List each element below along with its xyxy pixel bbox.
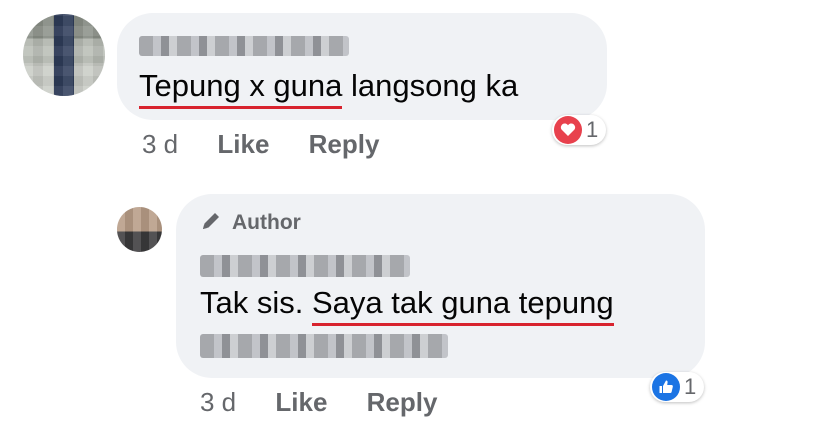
comment-text: Tepung x guna langsong ka [139, 68, 518, 104]
reply-text-plain: Tak sis. [200, 285, 312, 320]
author-avatar[interactable] [117, 207, 162, 252]
comment-actions: 3 d Like Reply [142, 129, 411, 160]
comment-timestamp[interactable]: 3 d [142, 129, 178, 159]
reaction-summary[interactable]: 1 [552, 115, 607, 145]
reaction-count: 1 [684, 374, 697, 399]
commenter-name-blurred[interactable] [139, 36, 349, 56]
heart-icon [554, 116, 582, 144]
reply-button[interactable]: Reply [309, 129, 380, 159]
comment-text-rest: langsong ka [342, 68, 519, 103]
commenter-avatar[interactable] [23, 14, 105, 96]
reply-button[interactable]: Reply [367, 387, 438, 417]
author-badge-label: Author [232, 211, 301, 234]
author-badge: Author [200, 210, 301, 235]
reply-text: Tak sis. Saya tak guna tepung [200, 285, 614, 321]
comment-text-underlined: Tepung x guna [139, 68, 343, 103]
like-button[interactable]: Like [217, 129, 269, 159]
reply-text-underlined: Saya tak guna tepung [311, 285, 614, 320]
tagged-name-blurred[interactable] [200, 334, 448, 358]
pencil-icon [203, 213, 219, 229]
reply-actions: 3 d Like Reply [200, 387, 469, 418]
reaction-count: 1 [586, 117, 599, 142]
author-name-blurred[interactable] [200, 255, 410, 277]
thumbs-up-icon [652, 373, 680, 401]
like-button[interactable]: Like [275, 387, 327, 417]
reaction-summary[interactable]: 1 [650, 372, 705, 402]
reply-timestamp[interactable]: 3 d [200, 387, 236, 417]
